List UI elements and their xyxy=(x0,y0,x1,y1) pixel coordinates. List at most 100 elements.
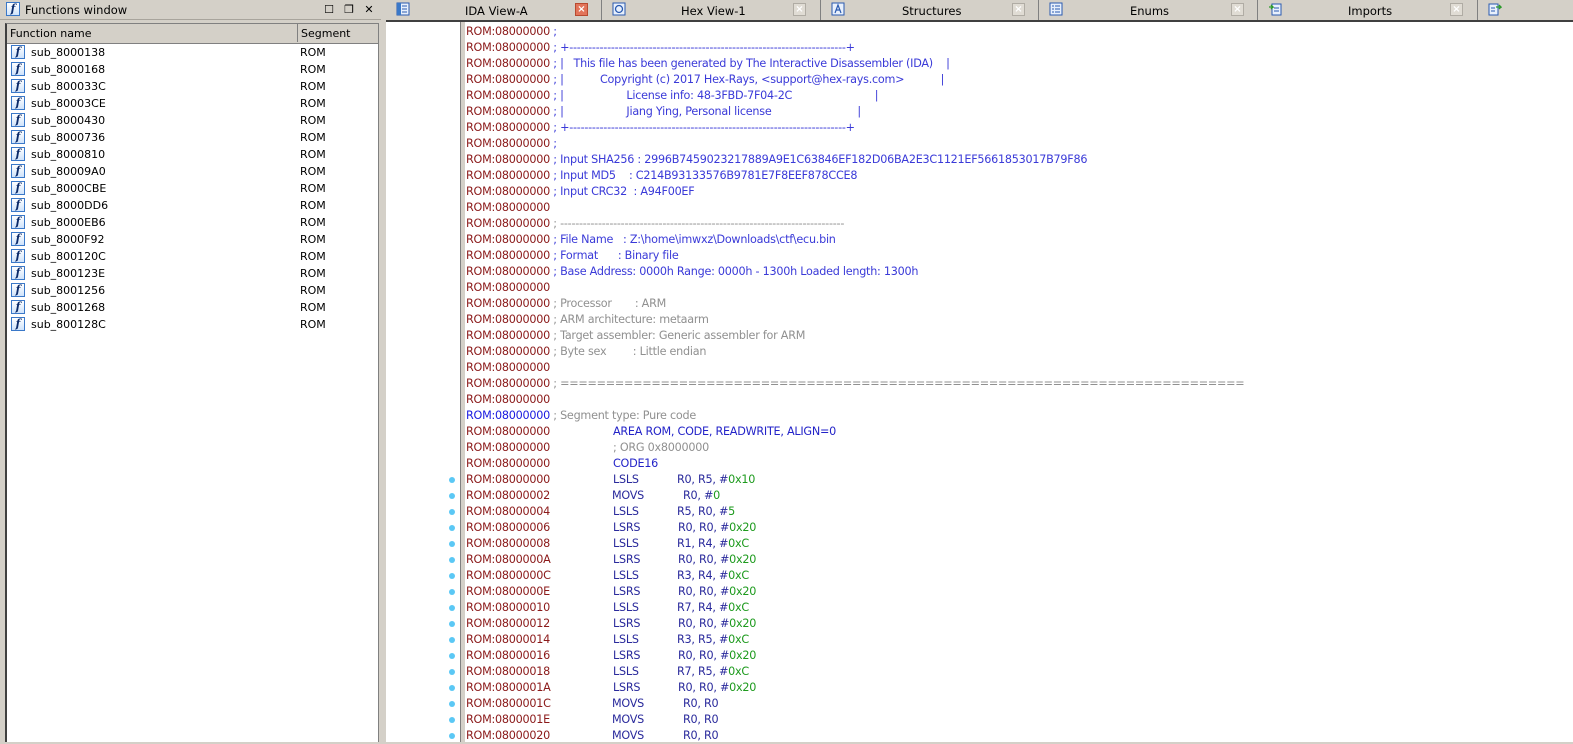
close-tab-icon[interactable]: × xyxy=(1012,3,1025,16)
trace-dot-icon[interactable] xyxy=(449,589,455,595)
function-row[interactable]: f sub_8000F92 ROM xyxy=(7,231,380,248)
functions-window-titlebar[interactable]: f Functions window ☐ ❐ ✕ xyxy=(0,0,381,20)
instruction-line[interactable]: ROM:0800000A LSRS R0, R0, #0x20 xyxy=(466,552,1566,568)
listing-line[interactable]: ROM:08000000 ; =========================… xyxy=(466,376,1566,392)
tab-imports[interactable]: Imports × xyxy=(1258,0,1478,20)
listing-line[interactable]: ROM:08000000 ; +------------------------… xyxy=(466,40,1566,56)
listing-line[interactable]: ROM:08000000 xyxy=(466,392,1566,408)
function-row[interactable]: f sub_80003CE ROM xyxy=(7,95,380,112)
instruction-line[interactable]: ROM:0800001A LSRS R0, R0, #0x20 xyxy=(466,680,1566,696)
function-row[interactable]: f sub_8000810 ROM xyxy=(7,146,380,163)
trace-dot-icon[interactable] xyxy=(449,669,455,675)
tab-enums[interactable]: Enums × xyxy=(1039,0,1258,20)
tab-ida-view-a[interactable]: IDA View-A × xyxy=(386,0,602,20)
close-icon[interactable]: ✕ xyxy=(361,2,377,17)
close-tab-icon[interactable]: × xyxy=(1231,3,1244,16)
function-row[interactable]: f sub_8000736 ROM xyxy=(7,129,380,146)
trace-dot-icon[interactable] xyxy=(449,557,455,563)
trace-dot-icon[interactable] xyxy=(449,477,455,483)
trace-dot-icon[interactable] xyxy=(449,509,455,515)
listing-line[interactable]: ROM:08000000 ; Input MD5 : C214B93133576… xyxy=(466,168,1566,184)
listing-line[interactable]: ROM:08000000 ; | Jiang Ying, Personal li… xyxy=(466,104,1566,120)
trace-dot-icon[interactable] xyxy=(449,637,455,643)
function-row[interactable]: f sub_8000430 ROM xyxy=(7,112,380,129)
listing-line[interactable]: ROM:08000000 ; Segment type: Pure code xyxy=(466,408,1566,424)
function-row[interactable]: f sub_8000168 ROM xyxy=(7,61,380,78)
function-row[interactable]: f sub_8000138 ROM xyxy=(7,44,380,61)
directive-text: CODE16 xyxy=(613,457,659,470)
trace-dot-icon[interactable] xyxy=(449,621,455,627)
instruction-line[interactable]: ROM:08000014 LSLS R3, R5, #0xC xyxy=(466,632,1566,648)
listing-line[interactable]: ROM:08000000 ; xyxy=(466,136,1566,152)
listing-line[interactable]: ROM:08000000 ; +------------------------… xyxy=(466,120,1566,136)
listing-line[interactable]: ROM:08000000 ; File Name : Z:\home\imwxz… xyxy=(466,232,1566,248)
instruction-line[interactable]: ROM:08000008 LSLS R1, R4, #0xC xyxy=(466,536,1566,552)
trace-dot-icon[interactable] xyxy=(449,493,455,499)
listing-line[interactable]: ROM:08000000 ; | Copyright (c) 2017 Hex-… xyxy=(466,72,1566,88)
instruction-line[interactable]: ROM:08000000 LSLS R0, R5, #0x10 xyxy=(466,472,1566,488)
instruction-line[interactable]: ROM:08000002 MOVS R0, #0 xyxy=(466,488,1566,504)
function-row[interactable]: f sub_800120C ROM xyxy=(7,248,380,265)
listing-line[interactable]: ROM:08000000 ; xyxy=(466,24,1566,40)
trace-dot-icon[interactable] xyxy=(449,573,455,579)
trace-dot-icon[interactable] xyxy=(449,525,455,531)
float-icon[interactable]: ❐ xyxy=(341,2,357,17)
function-row[interactable]: f sub_80009A0 ROM xyxy=(7,163,380,180)
trace-dot-icon[interactable] xyxy=(449,701,455,707)
listing-line[interactable]: ROM:08000000 ; Format : Binary file xyxy=(466,248,1566,264)
listing-line[interactable]: ROM:08000000 ; Input SHA256 : 2996B74590… xyxy=(466,152,1566,168)
function-row[interactable]: f sub_8001268 ROM xyxy=(7,299,380,316)
trace-dot-icon[interactable] xyxy=(449,733,455,739)
close-tab-icon[interactable]: × xyxy=(575,3,588,16)
tab-structures[interactable]: Structures × xyxy=(821,0,1039,20)
listing-line[interactable]: ROM:08000000 ; ARM architecture: metaarm xyxy=(466,312,1566,328)
instruction-line[interactable]: ROM:08000010 LSLS R7, R4, #0xC xyxy=(466,600,1566,616)
function-row[interactable]: f sub_800128C ROM xyxy=(7,316,380,333)
listing-directive[interactable]: ROM:08000000 CODE16 xyxy=(466,456,1566,472)
trace-dot-icon[interactable] xyxy=(449,653,455,659)
column-header-segment[interactable]: Segment xyxy=(298,24,380,42)
disassembly-listing[interactable]: ROM:08000000 ; ROM:08000000 ; +----------… xyxy=(466,24,1566,744)
listing-line[interactable]: ROM:08000000 ; Target assembler: Generic… xyxy=(466,328,1566,344)
function-row[interactable]: f sub_8000EB6 ROM xyxy=(7,214,380,231)
splitter[interactable] xyxy=(378,23,382,742)
trace-dot-icon[interactable] xyxy=(449,717,455,723)
listing-line[interactable]: ROM:08000000 ; Base Address: 0000h Range… xyxy=(466,264,1566,280)
instruction-line[interactable]: ROM:0800001E MOVS R0, R0 xyxy=(466,712,1566,728)
listing-directive[interactable]: ROM:08000000 ; ORG 0x8000000 xyxy=(466,440,1566,456)
listing-line[interactable]: ROM:08000000 ; -------------------------… xyxy=(466,216,1566,232)
function-row[interactable]: f sub_8000DD6 ROM xyxy=(7,197,380,214)
trace-dot-icon[interactable] xyxy=(449,685,455,691)
listing-line[interactable]: ROM:08000000 xyxy=(466,360,1566,376)
listing-line[interactable]: ROM:08000000 ; Processor : ARM xyxy=(466,296,1566,312)
listing-line[interactable]: ROM:08000000 xyxy=(466,200,1566,216)
function-row[interactable]: f sub_800123E ROM xyxy=(7,265,380,282)
instruction-line[interactable]: ROM:0800000E LSRS R0, R0, #0x20 xyxy=(466,584,1566,600)
trace-dot-icon[interactable] xyxy=(449,605,455,611)
listing-line[interactable]: ROM:08000000 ; | This file has been gene… xyxy=(466,56,1566,72)
close-tab-icon[interactable]: × xyxy=(1450,3,1463,16)
instruction-line[interactable]: ROM:08000016 LSRS R0, R0, #0x20 xyxy=(466,648,1566,664)
function-row[interactable]: f sub_800033C ROM xyxy=(7,78,380,95)
function-row[interactable]: f sub_8001256 ROM xyxy=(7,282,380,299)
instruction-line[interactable]: ROM:0800001C MOVS R0, R0 xyxy=(466,696,1566,712)
maximize-icon[interactable]: ☐ xyxy=(321,2,337,17)
instruction-line[interactable]: ROM:08000006 LSRS R0, R0, #0x20 xyxy=(466,520,1566,536)
listing-directive[interactable]: ROM:08000000 AREA ROM, CODE, READWRITE, A… xyxy=(466,424,1566,440)
listing-line[interactable]: ROM:08000000 ; Byte sex : Little endian xyxy=(466,344,1566,360)
function-row[interactable]: f sub_8000CBE ROM xyxy=(7,180,380,197)
functions-list[interactable]: Function name Segment f sub_8000138 ROM f su… xyxy=(5,23,380,742)
trace-dot-icon[interactable] xyxy=(449,541,455,547)
instruction-line[interactable]: ROM:08000018 LSLS R7, R5, #0xC xyxy=(466,664,1566,680)
column-header-function-name[interactable]: Function name xyxy=(7,24,298,42)
ida-view-a-panel[interactable]: ROM:08000000 ; ROM:08000000 ; +----------… xyxy=(386,22,1573,742)
listing-line[interactable]: ROM:08000000 xyxy=(466,280,1566,296)
close-tab-icon[interactable]: × xyxy=(793,3,806,16)
tab-exports[interactable] xyxy=(1478,0,1573,20)
listing-line[interactable]: ROM:08000000 ; | License info: 48-3FBD-7… xyxy=(466,88,1566,104)
listing-line[interactable]: ROM:08000000 ; Input CRC32 : A94F00EF xyxy=(466,184,1566,200)
tab-hex-view-1[interactable]: Hex View-1 × xyxy=(602,0,821,20)
instruction-line[interactable]: ROM:08000004 LSLS R5, R0, #5 xyxy=(466,504,1566,520)
instruction-line[interactable]: ROM:0800000C LSLS R3, R4, #0xC xyxy=(466,568,1566,584)
instruction-line[interactable]: ROM:08000012 LSRS R0, R0, #0x20 xyxy=(466,616,1566,632)
